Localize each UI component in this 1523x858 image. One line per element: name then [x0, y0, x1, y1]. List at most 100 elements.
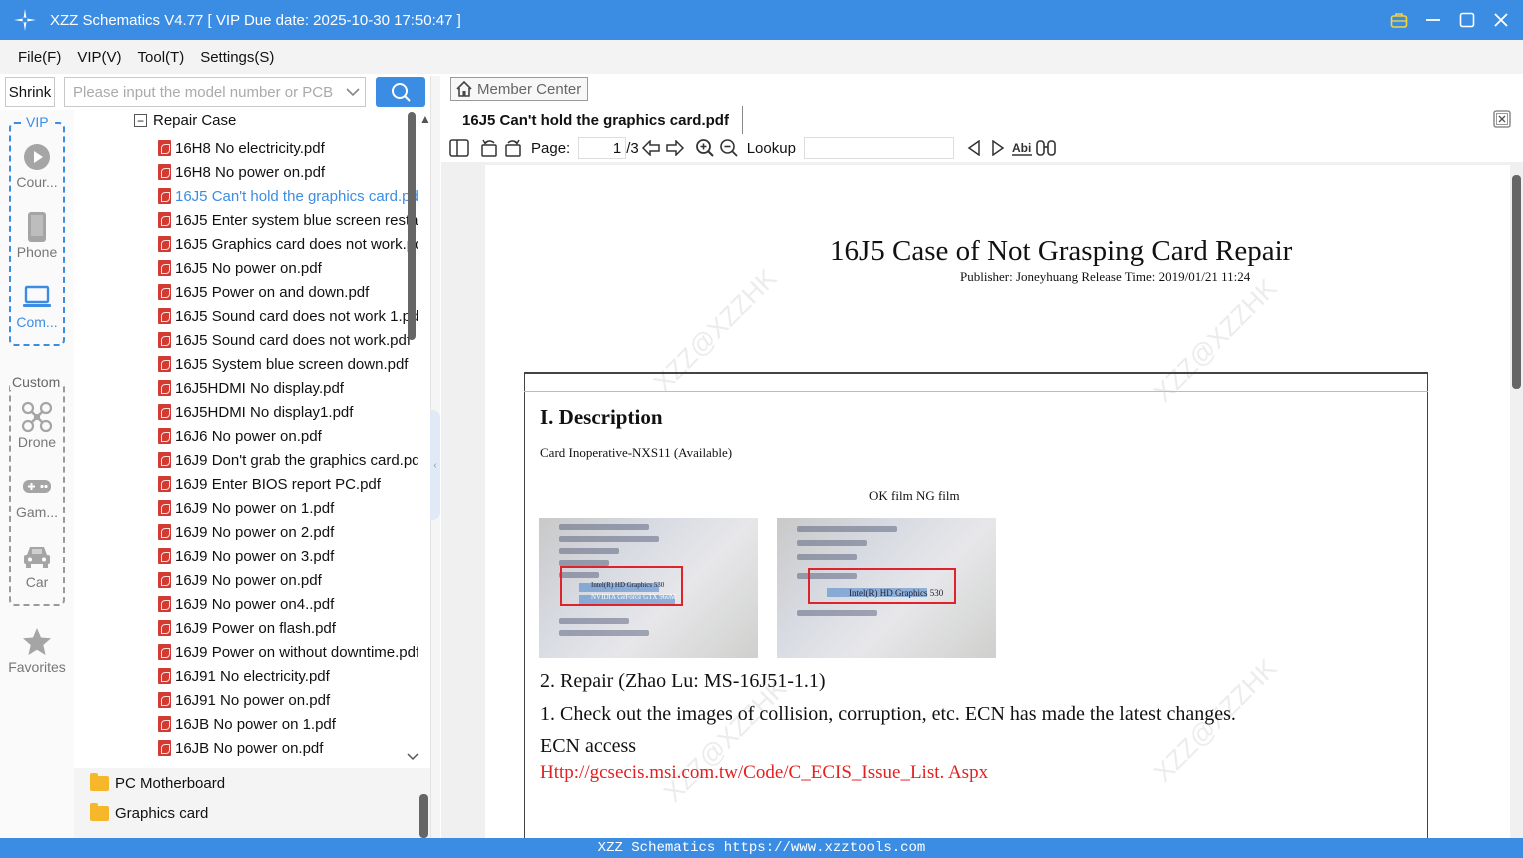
close-button[interactable] — [1489, 8, 1513, 32]
maximize-button[interactable] — [1455, 8, 1479, 32]
nav-item-car[interactable]: Car — [0, 540, 74, 590]
search-placeholder: Please input the model number or PCB — [73, 83, 334, 101]
zoom-in-icon[interactable] — [693, 136, 717, 160]
nav-item-label: Gam... — [15, 504, 58, 520]
file-item[interactable]: 16J9 No power on 2.pdf — [158, 520, 418, 544]
ecn-label: ECN access — [540, 735, 637, 757]
file-item[interactable]: 16J91 No power on.pdf — [158, 688, 418, 712]
file-item-label: 16J91 No electricity.pdf — [175, 667, 330, 685]
lookup-input[interactable] — [803, 137, 954, 159]
document-meta: Publisher: Joneyhuang Release Time: 2019… — [960, 269, 1251, 284]
photos-caption: OK film NG film — [869, 488, 960, 503]
file-item[interactable]: 16J9 No power on 3.pdf — [158, 544, 418, 568]
file-item-label: 16J9 Don't grab the graphics card.pdf — [175, 451, 418, 469]
category-scrollbar[interactable] — [419, 794, 428, 838]
file-item-label: 16J5 System blue screen down.pdf — [175, 355, 409, 373]
shrink-button[interactable]: Shrink — [5, 77, 55, 107]
file-list: 16H8 No electricity.pdf 16H8 No power on.… — [158, 136, 418, 760]
document-scrollbar-thumb[interactable] — [1512, 175, 1521, 389]
file-item[interactable]: 16JB No power on.pdf — [158, 736, 418, 760]
file-item[interactable]: 16J5HDMI No display1.pdf — [158, 400, 418, 424]
nav-item-courses[interactable]: Cour... — [0, 140, 74, 190]
rotate-left-icon[interactable] — [477, 136, 501, 160]
lookup-label: Lookup — [746, 139, 796, 157]
file-item-label: 16J9 No power on4..pdf — [175, 595, 335, 613]
file-item[interactable]: 16J5HDMI No display.pdf — [158, 376, 418, 400]
file-item-label: 16JB No power on 1.pdf — [175, 715, 336, 733]
model-search-input[interactable]: Please input the model number or PCB — [64, 77, 366, 107]
file-item[interactable]: 16J9 No power on4..pdf — [158, 592, 418, 616]
search-button[interactable] — [376, 77, 425, 107]
document-tab[interactable]: 16J5 Can't hold the graphics card.pdf — [449, 106, 743, 134]
repair-heading: 2. Repair (Zhao Lu: MS-16J51-1.1) — [540, 670, 826, 692]
file-item[interactable]: 16J5 Graphics card does not work.pdf — [158, 232, 418, 256]
collapse-panel-handle[interactable]: ‹ — [430, 410, 440, 520]
nav-item-computer[interactable]: Com... — [0, 280, 74, 330]
file-item[interactable]: 16J9 Power on flash.pdf — [158, 616, 418, 640]
category-graphics-card[interactable]: Graphics card — [74, 798, 430, 828]
file-item-label: 16J5 Sound card does not work 1.pdf — [175, 307, 418, 325]
file-item[interactable]: 16J9 Enter BIOS report PC.pdf — [158, 472, 418, 496]
chevron-down-icon[interactable] — [341, 87, 365, 97]
menu-file[interactable]: File(F) — [18, 49, 61, 66]
sidebar-toggle-icon[interactable] — [447, 136, 471, 160]
match-case-icon[interactable]: Abi — [1010, 136, 1034, 160]
nav-item-favorites[interactable]: Favorites — [0, 625, 74, 675]
page-number-input[interactable]: 1 — [578, 137, 627, 159]
file-item[interactable]: 16JB No power on 1.pdf — [158, 712, 418, 736]
file-item[interactable]: 16J5 System blue screen down.pdf — [158, 352, 418, 376]
scroll-down-icon[interactable] — [407, 750, 419, 764]
pdf-file-icon — [158, 212, 171, 228]
find-prev-icon[interactable] — [962, 136, 986, 160]
find-all-icon[interactable] — [1034, 136, 1058, 160]
ng-device-manager-photo: Intel(R) HD Graphics 530 — [777, 518, 996, 658]
file-item[interactable]: 16J5 Sound card does not work.pdf — [158, 328, 418, 352]
pdf-file-icon — [158, 644, 171, 660]
zoom-out-icon[interactable] — [717, 136, 741, 160]
next-page-icon[interactable] — [663, 136, 687, 160]
tree-node-repair-case[interactable]: − Repair Case — [134, 112, 236, 129]
nav-item-phone[interactable]: Phone — [0, 210, 74, 260]
play-circle-icon — [0, 140, 74, 174]
file-item[interactable]: 16J91 No electricity.pdf — [158, 664, 418, 688]
window-title: XZZ Schematics V4.77 [ VIP Due date: 202… — [50, 11, 461, 29]
file-item[interactable]: 16J5 No power on.pdf — [158, 256, 418, 280]
file-item[interactable]: 16J5 Can't hold the graphics card.pdf — [158, 184, 418, 208]
tree-scrollbar[interactable] — [408, 112, 416, 340]
nav-item-game[interactable]: Gam... — [0, 470, 74, 520]
file-item[interactable]: 16J9 Don't grab the graphics card.pdf — [158, 448, 418, 472]
pdf-file-icon — [158, 476, 171, 492]
pdf-file-icon — [158, 164, 171, 180]
file-item[interactable]: 16J6 No power on.pdf — [158, 424, 418, 448]
file-item[interactable]: 16H8 No electricity.pdf — [158, 136, 418, 160]
file-item[interactable]: 16J9 Power on without downtime.pdf — [158, 640, 418, 664]
pdf-file-icon — [158, 572, 171, 588]
find-next-icon[interactable] — [986, 136, 1010, 160]
file-item[interactable]: 16J5 Enter system blue screen restart.pd… — [158, 208, 418, 232]
ecn-link[interactable]: Http://gcsecis.msi.com.tw/Code/C_ECIS_Is… — [540, 762, 988, 784]
file-item[interactable]: 16H8 No power on.pdf — [158, 160, 418, 184]
frame-divider — [524, 391, 1428, 392]
menu-tool[interactable]: Tool(T) — [138, 49, 185, 66]
nav-item-label: Drone — [17, 434, 57, 450]
app-logo-icon — [14, 9, 36, 31]
rotate-right-icon[interactable] — [501, 136, 525, 160]
collapse-toggle[interactable]: − — [134, 114, 147, 127]
drone-icon — [0, 400, 74, 434]
close-tab-icon[interactable] — [1493, 110, 1511, 128]
nav-item-drone[interactable]: Drone — [0, 400, 74, 450]
minimize-button[interactable] — [1421, 8, 1445, 32]
file-item[interactable]: 16J5 Power on and down.pdf — [158, 280, 418, 304]
menu-vip[interactable]: VIP(V) — [77, 49, 121, 66]
file-item[interactable]: 16J9 No power on.pdf — [158, 568, 418, 592]
file-item-label: 16J5HDMI No display.pdf — [175, 379, 344, 397]
page-label: Page: — [531, 139, 571, 157]
menu-settings[interactable]: Settings(S) — [200, 49, 274, 66]
prev-page-icon[interactable] — [639, 136, 663, 160]
member-center-label: Member Center — [477, 80, 582, 98]
file-item[interactable]: 16J9 No power on 1.pdf — [158, 496, 418, 520]
category-pc-motherboard[interactable]: PC Motherboard — [74, 768, 430, 798]
member-center-button[interactable]: Member Center — [450, 77, 588, 101]
vip-bag-icon[interactable] — [1387, 8, 1411, 32]
file-item[interactable]: 16J5 Sound card does not work 1.pdf — [158, 304, 418, 328]
